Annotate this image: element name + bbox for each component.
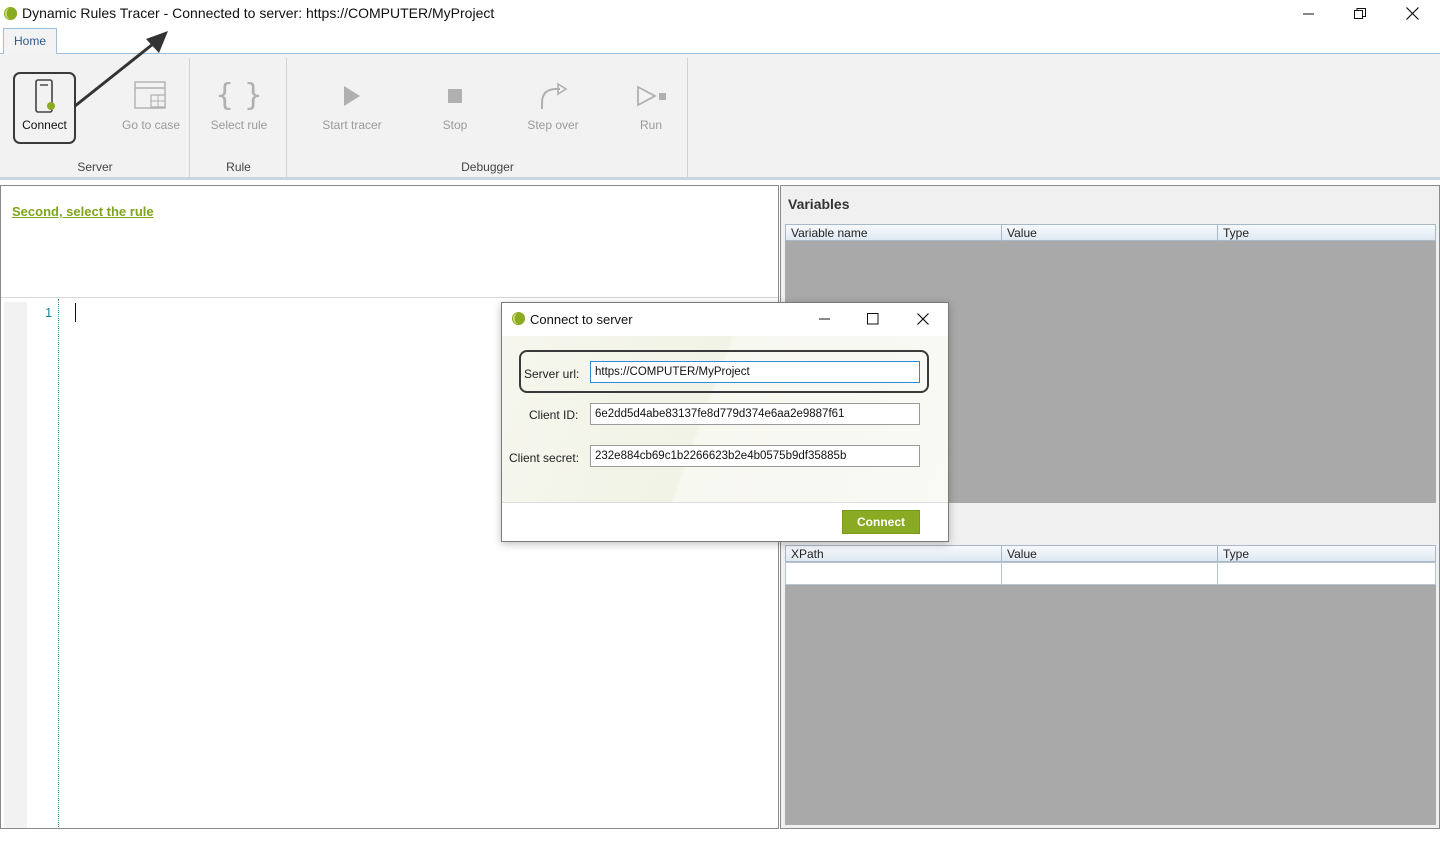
start-tracer-button[interactable]: Start tracer	[316, 74, 388, 144]
line-number: 1	[45, 305, 53, 320]
go-to-case-button[interactable]: Go to case	[118, 74, 184, 144]
go-to-case-label: Go to case	[121, 118, 181, 132]
window-title: Dynamic Rules Tracer - Connected to serv…	[22, 5, 495, 21]
braces-icon: { }	[215, 78, 263, 113]
select-rule-button[interactable]: { } Select rule	[206, 74, 272, 144]
close-icon	[917, 313, 929, 325]
xpath-input-row[interactable]	[785, 562, 1436, 585]
xpath-cell[interactable]	[786, 563, 1002, 584]
run-icon	[637, 85, 666, 107]
run-button[interactable]: Run	[630, 74, 672, 144]
app-logo-icon	[3, 6, 18, 21]
group-label-server: Server	[77, 160, 113, 174]
connect-dialog: Connect to server Server url: Client ID:…	[501, 302, 949, 542]
close-icon	[1405, 7, 1419, 20]
dialog-minimize-button[interactable]	[808, 306, 842, 332]
dialog-close-button[interactable]	[906, 306, 940, 332]
column-variable-name[interactable]: Variable name	[786, 225, 1002, 242]
tab-home[interactable]: Home	[3, 28, 57, 55]
connect-highlight	[13, 72, 76, 144]
maximize-icon	[867, 313, 879, 325]
step-over-label: Step over	[527, 118, 579, 132]
stop-label: Stop	[442, 118, 468, 132]
restore-button[interactable]	[1335, 0, 1385, 27]
client-id-label: Client ID:	[529, 408, 579, 422]
restore-icon	[1354, 7, 1366, 19]
xpath-grid: XPath Value Type	[785, 545, 1436, 825]
value-cell	[1002, 563, 1218, 584]
step-over-button[interactable]: Step over	[522, 74, 584, 144]
variables-title: Variables	[788, 196, 850, 212]
ribbon: Connect Go to case Server { } Select rul…	[0, 54, 1440, 180]
ribbon-tab-strip: Home	[0, 27, 1440, 55]
column-value[interactable]: Value	[1002, 546, 1218, 563]
minimize-icon	[819, 318, 830, 320]
stop-button[interactable]: Stop	[430, 74, 480, 144]
dialog-footer: Connect	[502, 502, 948, 541]
dialog-connect-button[interactable]: Connect	[842, 510, 920, 534]
dialog-title: Connect to server	[530, 312, 633, 327]
app-logo-icon	[511, 311, 526, 326]
play-icon	[344, 86, 360, 106]
group-separator	[687, 58, 688, 178]
type-cell	[1218, 563, 1435, 584]
start-tracer-label: Start tracer	[322, 118, 382, 132]
editor-divider	[1, 297, 778, 298]
client-secret-input[interactable]	[590, 445, 920, 467]
close-button[interactable]	[1387, 0, 1437, 27]
xpath-grid-header: XPath Value Type	[785, 545, 1436, 563]
step-over-icon	[541, 82, 568, 109]
case-window-icon	[134, 81, 166, 109]
editor-gutter	[4, 302, 27, 828]
column-type[interactable]: Type	[1218, 225, 1435, 242]
run-label: Run	[639, 118, 662, 132]
gutter-dotted-line	[58, 299, 59, 827]
minimize-icon	[1303, 13, 1314, 14]
text-caret[interactable]	[75, 303, 76, 322]
column-type[interactable]: Type	[1218, 546, 1435, 563]
select-rule-label: Select rule	[210, 118, 268, 132]
group-label-rule: Rule	[226, 160, 251, 174]
minimize-button[interactable]	[1284, 0, 1334, 27]
client-id-input[interactable]	[590, 403, 920, 425]
dialog-maximize-button[interactable]	[856, 306, 890, 332]
client-secret-label: Client secret:	[509, 451, 580, 465]
variables-grid-header: Variable name Value Type	[785, 224, 1436, 242]
app-window: Dynamic Rules Tracer - Connected to serv…	[0, 0, 1440, 855]
select-rule-hint-link[interactable]: Second, select the rule	[12, 204, 154, 219]
title-bar: Dynamic Rules Tracer - Connected to serv…	[0, 0, 1440, 27]
column-xpath[interactable]: XPath	[786, 546, 1002, 563]
server-url-highlight	[519, 350, 929, 393]
stop-icon	[448, 89, 462, 103]
column-value[interactable]: Value	[1002, 225, 1218, 242]
group-label-debugger: Debugger	[461, 160, 514, 174]
